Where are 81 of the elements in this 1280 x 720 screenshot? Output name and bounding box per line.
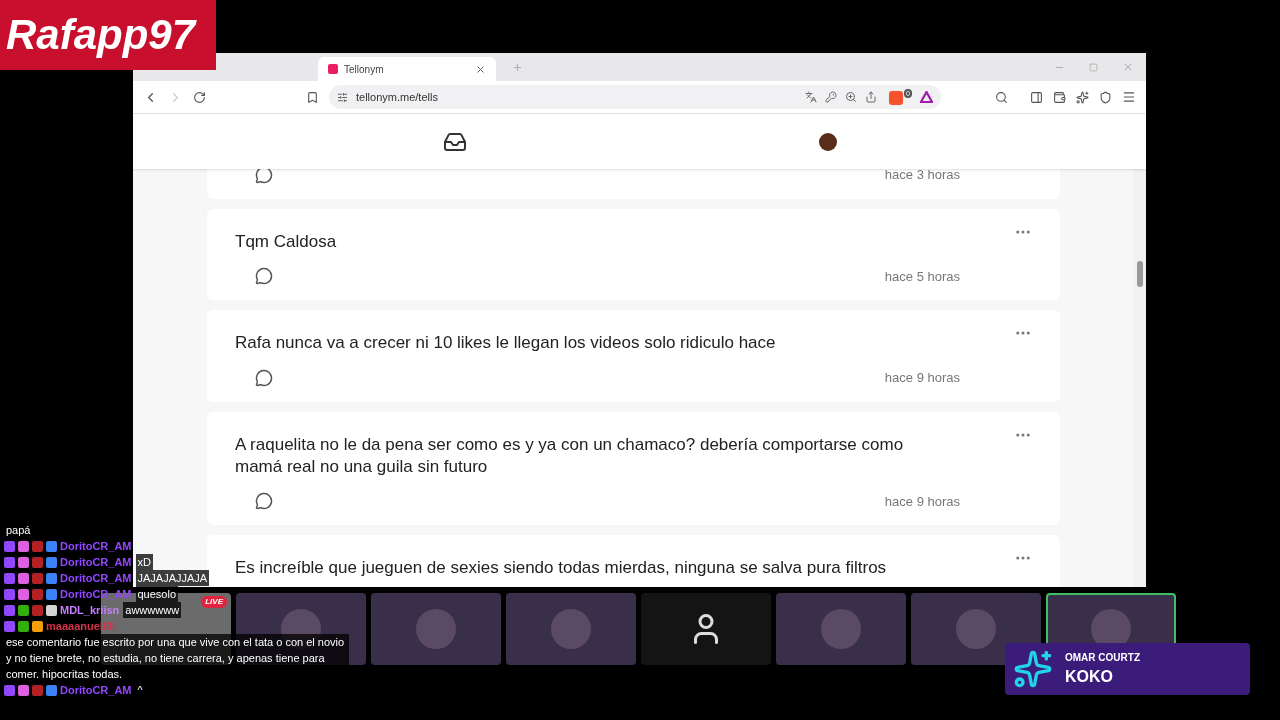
- chat-text: JAJAJAJJAJA: [135, 570, 210, 586]
- chat-badge-icon: [4, 556, 15, 568]
- translate-icon[interactable]: [805, 91, 818, 103]
- chat-badge-icon: [4, 588, 15, 600]
- live-badge: LIVE: [201, 596, 227, 608]
- menu-icon[interactable]: [1122, 90, 1136, 104]
- scrollbar[interactable]: [1134, 169, 1146, 587]
- chat-username: maaaanuelllll: [46, 619, 116, 634]
- chat-badge-icon: [32, 556, 43, 568]
- chat-badge-icon: [32, 588, 43, 600]
- chat-badge-icon: [18, 684, 29, 696]
- chat-text: ese comentario fue escrito por una que vive con el tata o con el novio y no tiene brete, no estudia, no tiene carrera, y apenas tiene para comer. hipocritas todas.: [4, 634, 349, 682]
- chat-badge-icon: [32, 620, 43, 632]
- chat-badge-icon: [46, 604, 57, 616]
- search-tab-icon[interactable]: [995, 90, 1008, 104]
- tell-time: hace 9 horas: [884, 492, 960, 511]
- key-icon[interactable]: [825, 91, 838, 103]
- chat-badge-icon: [4, 684, 15, 696]
- shield-icon[interactable]: [1099, 90, 1112, 104]
- chat-badge-icon: [46, 588, 57, 600]
- chat-text: quesolo: [135, 586, 179, 602]
- zoom-icon[interactable]: [845, 91, 858, 103]
- chat-badge-icon: [18, 540, 29, 552]
- chat-username: MDL_kriisn: [60, 603, 120, 618]
- triangle-icon[interactable]: [920, 91, 933, 103]
- chat-username: DoritoCR_AM: [60, 571, 132, 586]
- tell-time: hace 9 horas: [884, 369, 960, 387]
- sidebar-icon[interactable]: [1030, 90, 1043, 104]
- chat-username: DoritoCR_AM: [60, 555, 132, 570]
- logo-text: Rafapp97: [6, 14, 196, 56]
- tell-time: hace 5 horas: [884, 267, 960, 286]
- site-favicon-icon: [328, 64, 338, 74]
- chat-badge-icon: [18, 588, 29, 600]
- chat-badge-icon: [32, 604, 43, 616]
- url-text: tellonym.me/tells: [356, 89, 439, 105]
- video-placeholder: [551, 609, 591, 649]
- tell-time: hace 3 horas: [884, 169, 960, 184]
- shield-button[interactable]: [889, 91, 904, 105]
- tell-message: A raquelita no le da pena ser como es y ya con un chamaco? debería comportarse como mamá real no una guila sin futuro: [235, 433, 905, 478]
- chat-badge-icon: [18, 620, 29, 632]
- chat-badge-icon: [4, 604, 15, 616]
- chat-username: DoritoCR_AM: [60, 587, 132, 602]
- chat-badge-icon: [46, 684, 57, 696]
- reload-icon[interactable]: [193, 90, 206, 104]
- video-placeholder: [821, 609, 861, 649]
- chat-badge-icon: [46, 540, 57, 552]
- video-placeholder: [416, 609, 456, 649]
- chat-badge-icon: [32, 540, 43, 552]
- chat-username: DoritoCR_AM: [60, 683, 132, 698]
- site-settings-icon[interactable]: [337, 91, 348, 103]
- profile-avatar[interactable]: [819, 132, 837, 151]
- chat-badge-icon: [32, 572, 43, 584]
- chat-badge-icon: [18, 572, 29, 584]
- chat-badge-icon: [18, 604, 29, 616]
- chat-text: awwwwww: [123, 602, 182, 618]
- sparkle-art-icon: [1013, 649, 1053, 689]
- chat-badge-icon: [4, 540, 15, 552]
- wallet-icon[interactable]: [1053, 90, 1066, 104]
- chat-badge-icon: [46, 556, 57, 568]
- name-card-name: KOKO: [1065, 666, 1114, 687]
- tell-message: Rafa nunca va a crecer ni 10 likes le llegan los videos solo ridiculo hace: [235, 332, 777, 354]
- chat-username: DoritoCR_AM: [60, 539, 132, 554]
- name-card-subtitle: OMAR COURTZ: [1065, 650, 1140, 665]
- chat-badge-icon: [18, 556, 29, 568]
- chat-badge-icon: [4, 620, 15, 632]
- comment-icon[interactable]: [255, 368, 273, 387]
- tab-title: Tellonym: [344, 62, 385, 77]
- chat-badge-icon: [4, 572, 15, 584]
- chat-badge-icon: [32, 684, 43, 696]
- tell-message: Tqm Caldosa: [235, 230, 338, 253]
- comment-icon[interactable]: [255, 492, 273, 511]
- video-placeholder: [956, 609, 996, 649]
- tell-message: Es increíble que jueguen de sexies siendo todas mierdas, ninguna se salva pura filtros: [235, 557, 888, 579]
- comment-icon[interactable]: [255, 169, 273, 184]
- bookmark-icon[interactable]: [306, 90, 319, 104]
- close-tab-icon[interactable]: [475, 63, 486, 75]
- sparkle-icon[interactable]: [1076, 90, 1089, 104]
- chat-badge-icon: [46, 572, 57, 584]
- browser-tab[interactable]: Tellonym: [318, 57, 496, 81]
- comment-icon[interactable]: [255, 267, 273, 286]
- share-icon[interactable]: [865, 91, 878, 103]
